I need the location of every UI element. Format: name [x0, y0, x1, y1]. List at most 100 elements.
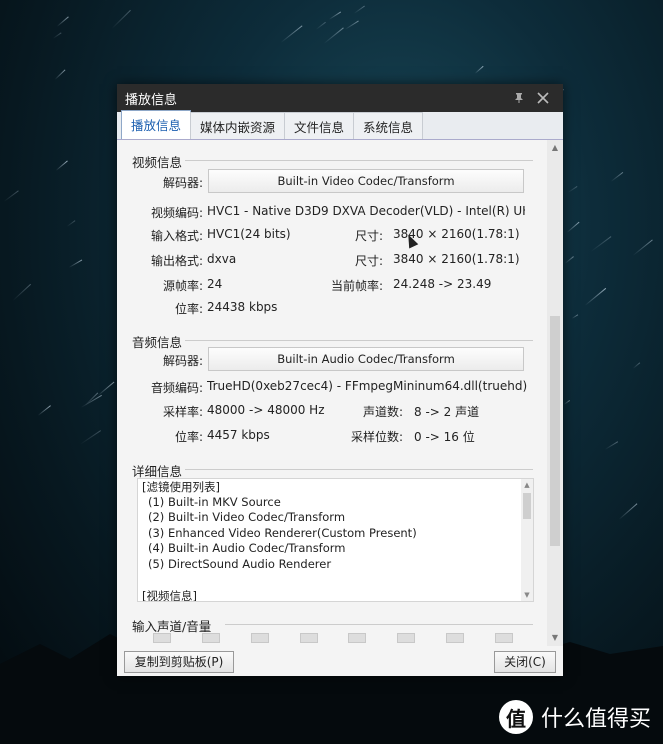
star-trail — [328, 11, 342, 20]
tab-embedded-resources[interactable]: 媒体内嵌资源 — [190, 112, 286, 139]
video-codec-label: 视频编码: — [150, 206, 203, 220]
tab-file-info[interactable]: 文件信息 — [284, 112, 355, 139]
star-trail — [474, 65, 484, 74]
star-trail — [618, 503, 638, 520]
audio-decoder-button[interactable]: Built-in Audio Codec/Transform — [208, 347, 524, 371]
star-trail — [56, 16, 69, 27]
tab-playback-info[interactable]: 播放信息 — [121, 110, 192, 139]
detail-line: [滤镜使用列表] — [142, 480, 220, 494]
details-scrollbar[interactable]: ▲ ▼ — [521, 479, 533, 601]
star-trail — [55, 160, 68, 171]
pin-icon[interactable] — [507, 86, 531, 110]
audio-bitrate-value: 4457 kbps — [207, 428, 270, 442]
samplerate-label: 采样率: — [162, 405, 203, 419]
star-trail — [590, 236, 612, 252]
input-size-label: 尺寸: — [354, 229, 383, 243]
tab-system-info[interactable]: 系统信息 — [353, 112, 424, 139]
sample-bits-label: 采样位数: — [350, 430, 403, 444]
channel-meters — [153, 633, 513, 643]
detail-line: [视频信息] — [142, 588, 197, 602]
channel-meter — [348, 633, 367, 643]
star-trail — [84, 392, 99, 406]
star-trail — [280, 25, 303, 43]
star-trail — [68, 259, 83, 268]
star-trail — [610, 171, 624, 182]
video-decoder-button[interactable]: Built-in Video Codec/Transform — [208, 169, 524, 193]
star-trail — [632, 239, 653, 256]
star-trail — [604, 441, 619, 450]
star-trail — [563, 400, 570, 405]
channel-meter — [397, 633, 416, 643]
output-format-label: 输出格式: — [150, 254, 203, 268]
close-button[interactable]: 关闭(C) — [494, 651, 556, 673]
star-trail — [564, 256, 574, 264]
star-trail — [566, 221, 580, 233]
details-textbox[interactable]: [滤镜使用列表] (1) Built-in MKV Source (2) Bui… — [137, 478, 534, 602]
scroll-thumb[interactable] — [550, 316, 560, 546]
output-size-value: 3840 × 2160(1.78:1) — [393, 252, 520, 266]
sample-bits-value: 0 -> 16 位 — [414, 430, 475, 444]
detail-line: (3) Enhanced Video Renderer(Custom Prese… — [148, 525, 417, 540]
audio-codec-label: 音频编码: — [150, 381, 203, 395]
group-divider — [185, 469, 533, 470]
detail-line: (2) Built-in Video Codec/Transform — [148, 510, 346, 524]
main-scrollbar[interactable]: ▲ ▼ — [547, 140, 563, 646]
current-fps-label: 当前帧率: — [330, 279, 383, 293]
star-trail — [632, 362, 641, 369]
star-trail — [571, 314, 579, 319]
star-trail — [323, 27, 344, 44]
channels-label: 声道数: — [362, 405, 403, 419]
playback-info-dialog: 播放信息 播放信息 媒体内嵌资源 文件信息 系统信息 视频信息 解码器: Bui… — [117, 84, 563, 676]
star-trail — [111, 9, 131, 29]
star-trail — [97, 381, 115, 396]
video-decoder-label: 解码器: — [162, 176, 203, 190]
video-bitrate-label: 位率: — [174, 302, 203, 316]
window-title: 播放信息 — [125, 92, 178, 108]
scroll-up-icon[interactable]: ▲ — [521, 479, 533, 491]
output-format-value: dxva — [207, 252, 237, 266]
detail-line: (1) Built-in MKV Source — [148, 494, 281, 509]
channel-meter — [201, 633, 220, 643]
button-bar: 复制到剪贴板(P) 关闭(C) — [117, 646, 563, 676]
star-trail — [344, 20, 359, 30]
title-bar: 播放信息 — [117, 84, 563, 112]
watermark-logo-icon: 值 — [498, 700, 533, 734]
channel-meter — [299, 633, 318, 643]
star-trail — [37, 405, 51, 416]
source-fps-label: 源帧率: — [162, 279, 203, 293]
star-trail — [567, 185, 578, 193]
audio-bitrate-label: 位率: — [174, 430, 203, 444]
star-trail — [3, 190, 19, 202]
star-trail — [66, 220, 76, 227]
star-trail — [52, 32, 62, 39]
source-fps-value: 24 — [207, 277, 223, 291]
star-trail — [584, 287, 607, 306]
channel-meter — [153, 633, 171, 643]
audio-decoder-label: 解码器: — [162, 354, 203, 368]
audio-group-title: 音频信息 — [132, 335, 183, 350]
output-size-label: 尺寸: — [354, 254, 383, 268]
video-group-title: 视频信息 — [132, 155, 183, 170]
detail-line: (5) DirectSound Audio Renderer — [148, 556, 332, 571]
star-trail — [353, 5, 365, 14]
channel-meter — [494, 633, 513, 643]
info-panel: 视频信息 解码器: Built-in Video Codec/Transform… — [117, 140, 547, 646]
scroll-up-icon[interactable]: ▲ — [547, 140, 563, 156]
star-trail — [79, 430, 102, 445]
channels-value: 8 -> 2 声道 — [414, 405, 480, 419]
scroll-down-icon[interactable]: ▼ — [547, 630, 563, 646]
close-icon[interactable] — [531, 86, 555, 110]
watermark-text: 什么值得买 — [540, 707, 651, 732]
channel-meter — [446, 633, 465, 643]
audio-codec-value: TrueHD(0xeb27cec4) - FFmpegMininum64.dll… — [207, 379, 528, 393]
watermark: 值 什么值得买 — [498, 700, 651, 734]
input-format-label: 输入格式: — [150, 229, 203, 243]
star-trail — [54, 69, 66, 80]
channel-meter — [250, 633, 269, 643]
copy-to-clipboard-button[interactable]: 复制到剪贴板(P) — [124, 651, 234, 673]
scroll-down-icon[interactable]: ▼ — [521, 589, 533, 601]
detail-line — [138, 572, 533, 588]
input-format-value: HVC1(24 bits) — [207, 227, 291, 241]
group-divider — [185, 160, 533, 161]
samplerate-value: 48000 -> 48000 Hz — [207, 403, 325, 417]
